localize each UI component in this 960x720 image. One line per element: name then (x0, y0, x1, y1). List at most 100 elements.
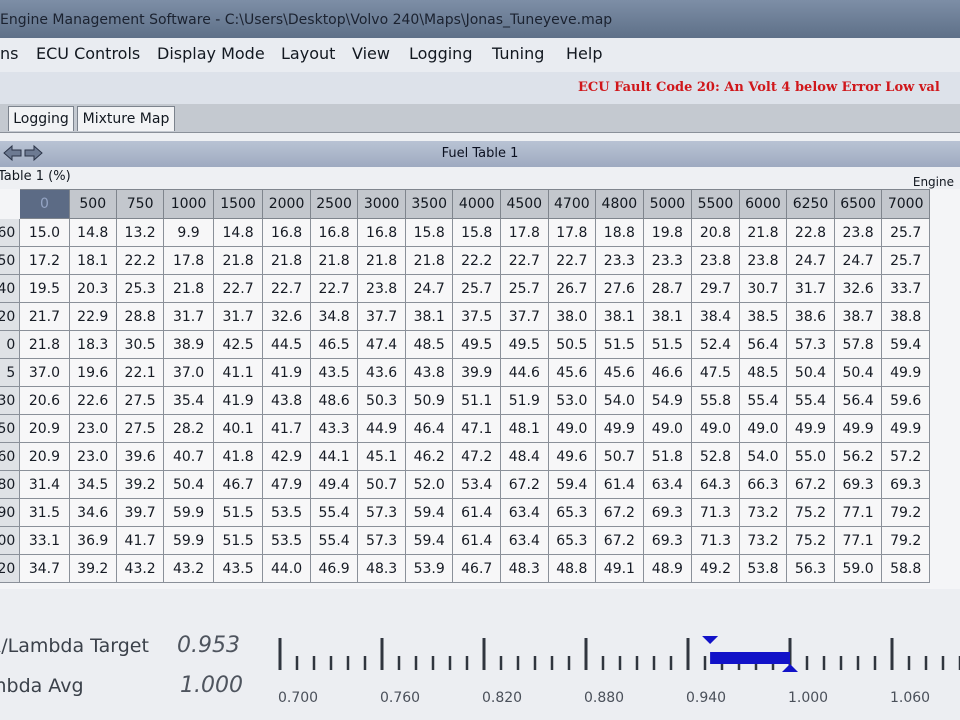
fuel-cell[interactable]: 41.9 (262, 358, 311, 387)
rpm-column-header[interactable]: 6250 (786, 189, 835, 219)
fuel-cell[interactable]: 48.3 (500, 554, 549, 583)
fuel-cell[interactable]: 53.5 (262, 526, 311, 555)
load-row-header[interactable]: 60 (0, 442, 21, 471)
fuel-cell[interactable]: 9.9 (163, 218, 214, 247)
fuel-cell[interactable]: 66.3 (738, 470, 788, 499)
fuel-cell[interactable]: 32.6 (833, 274, 883, 303)
fuel-cell[interactable]: 57.8 (833, 330, 883, 359)
fuel-cell[interactable]: 21.8 (404, 246, 454, 275)
fuel-cell[interactable]: 17.8 (500, 218, 549, 247)
fuel-cell[interactable]: 50.4 (833, 358, 883, 387)
fuel-cell[interactable]: 20.9 (19, 414, 70, 443)
menu-item-view[interactable]: View (352, 44, 390, 63)
fuel-cell[interactable]: 38.8 (881, 302, 930, 331)
fuel-cell[interactable]: 31.5 (19, 498, 70, 527)
fuel-cell[interactable]: 27.5 (115, 414, 165, 443)
fuel-cell[interactable]: 22.7 (547, 246, 597, 275)
fuel-cell[interactable]: 25.7 (881, 246, 930, 275)
load-row-header[interactable]: 80 (0, 470, 21, 499)
fuel-cell[interactable]: 26.7 (547, 274, 597, 303)
fuel-cell[interactable]: 59.4 (547, 470, 597, 499)
fuel-cell[interactable]: 46.9 (309, 554, 359, 583)
rpm-column-header[interactable]: 3000 (357, 189, 406, 219)
fuel-cell[interactable]: 37.0 (19, 358, 70, 387)
load-row-header[interactable]: 0 (0, 330, 21, 359)
fuel-cell[interactable]: 49.0 (642, 414, 693, 443)
rpm-column-header[interactable]: 4500 (500, 189, 549, 219)
fuel-cell[interactable]: 45.6 (595, 358, 644, 387)
fuel-cell[interactable]: 38.6 (786, 302, 835, 331)
rpm-column-header[interactable]: 7000 (881, 189, 930, 219)
fuel-cell[interactable]: 23.8 (833, 218, 883, 247)
fuel-cell[interactable]: 71.3 (691, 526, 740, 555)
rpm-column-header[interactable]: 750 (115, 189, 165, 219)
fuel-cell[interactable]: 63.4 (642, 470, 693, 499)
fuel-cell[interactable]: 49.4 (309, 470, 359, 499)
tab-logging[interactable]: Logging (8, 106, 74, 131)
fuel-cell[interactable]: 38.4 (691, 302, 740, 331)
fuel-cell[interactable]: 67.2 (786, 470, 835, 499)
menu-item-display-mode[interactable]: Display Mode (157, 44, 265, 63)
fuel-cell[interactable]: 79.2 (881, 526, 930, 555)
fuel-cell[interactable]: 57.2 (881, 442, 930, 471)
fuel-cell[interactable]: 49.9 (881, 358, 930, 387)
fuel-cell[interactable]: 44.6 (500, 358, 549, 387)
fuel-cell[interactable]: 53.0 (547, 386, 597, 415)
fuel-cell[interactable]: 31.7 (212, 302, 264, 331)
fuel-cell[interactable]: 50.4 (786, 358, 835, 387)
fuel-cell[interactable]: 64.3 (691, 470, 740, 499)
fuel-cell[interactable]: 37.5 (452, 302, 501, 331)
fuel-cell[interactable]: 43.8 (262, 386, 311, 415)
fuel-cell[interactable]: 31.7 (163, 302, 214, 331)
fuel-cell[interactable]: 36.9 (68, 526, 117, 555)
fuel-cell[interactable]: 48.9 (642, 554, 693, 583)
fuel-cell[interactable]: 50.7 (595, 442, 644, 471)
fuel-cell[interactable]: 50.5 (547, 330, 597, 359)
fuel-cell[interactable]: 25.7 (500, 274, 549, 303)
fuel-cell[interactable]: 75.2 (786, 526, 835, 555)
fuel-cell[interactable]: 49.9 (786, 414, 835, 443)
fuel-cell[interactable]: 22.8 (786, 218, 835, 247)
fuel-cell[interactable]: 41.7 (262, 414, 311, 443)
fuel-cell[interactable]: 55.4 (309, 498, 359, 527)
fuel-cell[interactable]: 43.5 (212, 554, 264, 583)
fuel-cell[interactable]: 43.8 (404, 358, 454, 387)
fuel-cell[interactable]: 52.8 (691, 442, 740, 471)
fuel-cell[interactable]: 33.1 (19, 526, 70, 555)
fuel-cell[interactable]: 25.7 (881, 218, 930, 247)
fuel-cell[interactable]: 38.1 (404, 302, 454, 331)
fuel-cell[interactable]: 49.5 (500, 330, 549, 359)
fuel-cell[interactable]: 48.6 (309, 386, 359, 415)
fuel-cell[interactable]: 41.1 (212, 358, 264, 387)
fuel-cell[interactable]: 28.2 (163, 414, 214, 443)
fuel-cell[interactable]: 20.6 (19, 386, 70, 415)
load-row-header[interactable]: 50 (0, 414, 21, 443)
fuel-cell[interactable]: 15.0 (19, 218, 70, 247)
fuel-cell[interactable]: 22.1 (115, 358, 165, 387)
fuel-cell[interactable]: 69.3 (642, 498, 693, 527)
rpm-column-header[interactable]: 6500 (833, 189, 883, 219)
fuel-cell[interactable]: 21.8 (19, 330, 70, 359)
fuel-cell[interactable]: 19.6 (68, 358, 117, 387)
fuel-cell[interactable]: 67.2 (595, 526, 644, 555)
fuel-cell[interactable]: 63.4 (500, 526, 549, 555)
menu-item-ns[interactable]: ns (0, 44, 18, 63)
fuel-cell[interactable]: 53.9 (404, 554, 454, 583)
fuel-cell[interactable]: 61.4 (452, 526, 501, 555)
fuel-cell[interactable]: 50.9 (404, 386, 454, 415)
rpm-column-header[interactable]: 2500 (309, 189, 359, 219)
fuel-cell[interactable]: 69.3 (833, 470, 883, 499)
fuel-cell[interactable]: 51.5 (212, 526, 264, 555)
fuel-cell[interactable]: 38.1 (595, 302, 644, 331)
fuel-cell[interactable]: 50.3 (357, 386, 406, 415)
fuel-cell[interactable]: 21.8 (262, 246, 311, 275)
fuel-cell[interactable]: 22.7 (309, 274, 359, 303)
rpm-column-header[interactable]: 0 (19, 189, 70, 219)
fuel-cell[interactable]: 32.6 (262, 302, 311, 331)
fuel-cell[interactable]: 23.8 (357, 274, 406, 303)
fuel-cell[interactable]: 46.7 (452, 554, 501, 583)
fuel-cell[interactable]: 47.9 (262, 470, 311, 499)
fuel-cell[interactable]: 59.4 (404, 526, 454, 555)
fuel-cell[interactable]: 52.0 (404, 470, 454, 499)
fuel-cell[interactable]: 17.2 (19, 246, 70, 275)
